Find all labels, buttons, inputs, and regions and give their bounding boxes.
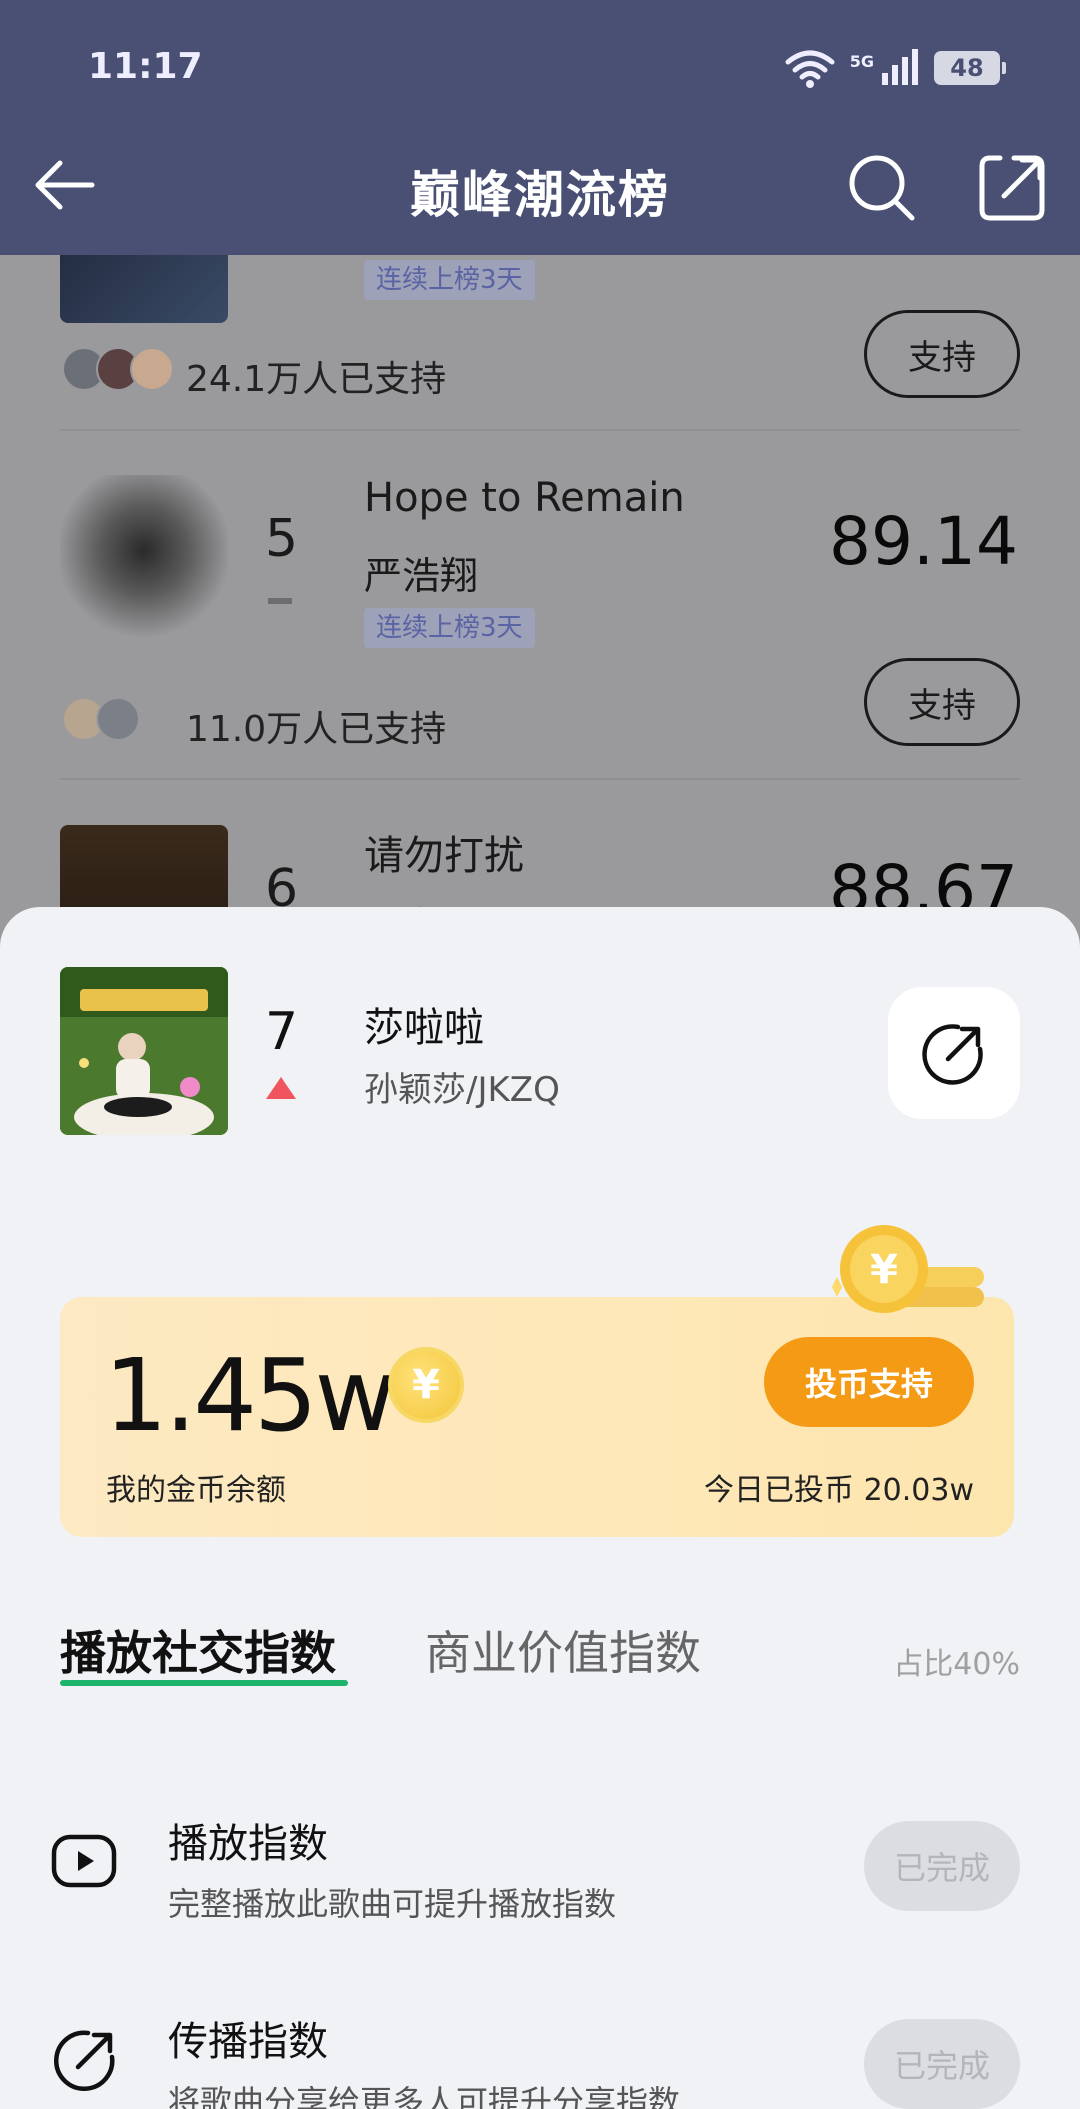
wifi-icon — [785, 50, 835, 88]
score: 89.14 — [829, 503, 1018, 580]
coin-icon: ¥ — [388, 1347, 464, 1423]
support-count: 24.1万人已支持 — [186, 359, 447, 400]
song-title: 请勿打扰 — [364, 833, 524, 879]
task-description: 将歌曲分享给更多人可提升分享指数 — [168, 2083, 681, 2109]
support-button[interactable]: 支持 — [864, 310, 1020, 398]
task-title: 播放指数 — [168, 1821, 328, 1867]
album-cover[interactable] — [60, 475, 228, 643]
support-count: 11.0万人已支持 — [186, 709, 447, 750]
task-completed-button[interactable]: 已完成 — [864, 1821, 1020, 1911]
rank-up-arrow-icon — [266, 1077, 296, 1099]
coin-balance-label: 我的金币余额 — [106, 1473, 286, 1508]
share-icon — [54, 2030, 115, 2091]
supporter-avatars — [62, 347, 174, 391]
weight-ratio: 占比40% — [893, 1647, 1020, 1682]
rank-number: 7 — [265, 1002, 299, 1062]
search-icon[interactable] — [844, 150, 920, 226]
streak-tag: 连续上榜3天 — [364, 260, 535, 300]
share-icon[interactable] — [974, 150, 1050, 226]
coin-balance: 1.45w — [104, 1337, 396, 1454]
share-icon — [922, 1024, 983, 1085]
song-title: 莎啦啦 — [364, 1005, 484, 1051]
song-artist: 严浩翔 — [364, 554, 479, 598]
task-description: 完整播放此歌曲可提升播放指数 — [168, 1885, 617, 1923]
divider — [60, 429, 1020, 431]
chart-list: 连续上榜3天 24.1万人已支持 支持 5 Hope to Remain 严浩翔… — [0, 255, 1080, 935]
rank-number: 5 — [265, 509, 299, 569]
rank-unchanged-dash — [268, 598, 292, 604]
song-title: Hope to Remain — [364, 475, 685, 521]
network-label: 5G — [849, 51, 874, 71]
task-completed-button[interactable]: 已完成 — [864, 2019, 1020, 2109]
supporter-avatars — [62, 697, 140, 741]
support-sheet: 7 莎啦啦 孙颖莎/JKZQ ¥ 1.45w ¥ 我的金币余额 投币支持 今日已… — [0, 907, 1080, 2109]
signal-icon — [882, 49, 918, 85]
today-coins: 今日已投币 20.03w — [704, 1473, 974, 1508]
song-artist: 孙颖莎/JKZQ — [364, 1070, 560, 1110]
divider — [60, 778, 1020, 780]
tab-play-social-index[interactable]: 播放社交指数 — [60, 1617, 336, 1683]
album-cover[interactable] — [60, 255, 228, 323]
coin-stack-icon: ¥ — [832, 1225, 984, 1313]
task-title: 传播指数 — [168, 2019, 328, 2065]
battery-indicator: 48 — [934, 51, 1006, 85]
album-art-image — [60, 967, 228, 1135]
status-icons: 5G 48 — [784, 48, 1006, 88]
status-time: 11:17 — [88, 46, 203, 87]
album-cover — [60, 967, 228, 1135]
tab-business-value-index[interactable]: 商业价值指数 — [425, 1617, 701, 1683]
streak-tag: 连续上榜3天 — [364, 608, 535, 648]
play-icon — [51, 1834, 117, 1888]
active-tab-indicator — [60, 1680, 348, 1686]
avatar — [96, 697, 140, 741]
avatar — [130, 347, 174, 391]
share-button[interactable] — [888, 987, 1020, 1119]
coin-balance-card: ¥ 1.45w ¥ 我的金币余额 投币支持 今日已投币 20.03w — [60, 1225, 1014, 1537]
coin-support-button[interactable]: 投币支持 — [764, 1337, 974, 1427]
support-button[interactable]: 支持 — [864, 658, 1020, 746]
top-bar: 11:17 5G 48 巅峰潮流榜 — [0, 0, 1080, 255]
svg-text:¥: ¥ — [870, 1247, 898, 1293]
